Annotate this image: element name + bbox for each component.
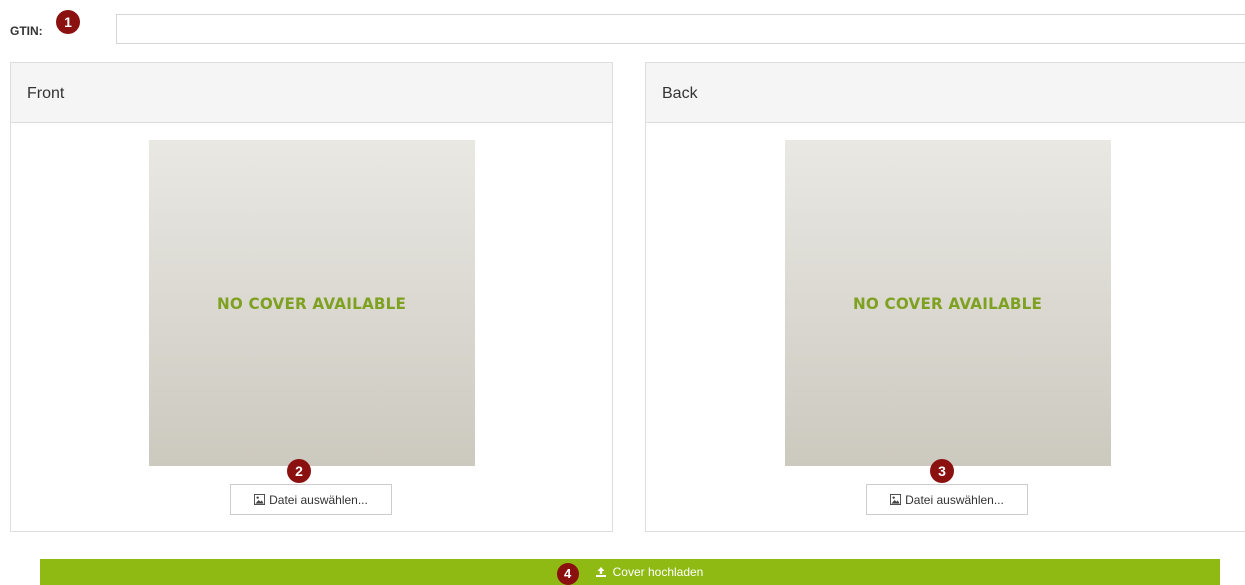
upload-icon [595, 567, 606, 577]
step-badge-1: 1 [56, 10, 80, 34]
cover-upload-page: GTIN: 1 Front NO COVER AVAILABLE Datei a… [0, 0, 1245, 585]
front-choose-file-button[interactable]: Datei auswählen... [230, 484, 392, 515]
front-cover-text: NO COVER AVAILABLE [217, 293, 407, 313]
step-badge-3: 3 [930, 459, 954, 483]
back-choose-file-label: Datei auswählen... [905, 492, 1004, 507]
back-cover-text: NO COVER AVAILABLE [853, 293, 1043, 313]
gtin-label: GTIN: [10, 24, 43, 38]
gtin-input[interactable] [116, 14, 1245, 44]
front-choose-file-label: Datei auswählen... [269, 492, 368, 507]
step-badge-4: 4 [556, 563, 579, 585]
back-panel: Back NO COVER AVAILABLE Datei auswählen.… [645, 62, 1245, 532]
upload-cover-button[interactable]: 4 Cover hochladen [40, 559, 1220, 585]
front-panel: Front NO COVER AVAILABLE Datei auswählen… [10, 62, 613, 532]
back-choose-file-button[interactable]: Datei auswählen... [866, 484, 1028, 515]
step-badge-2: 2 [287, 459, 311, 483]
back-panel-title: Back [646, 63, 1245, 123]
front-panel-title: Front [11, 63, 612, 123]
upload-cover-label: Cover hochladen [612, 565, 704, 579]
front-cover-placeholder: NO COVER AVAILABLE [149, 140, 475, 466]
image-icon [890, 494, 902, 505]
back-cover-placeholder: NO COVER AVAILABLE [785, 140, 1111, 466]
image-icon [254, 494, 266, 505]
